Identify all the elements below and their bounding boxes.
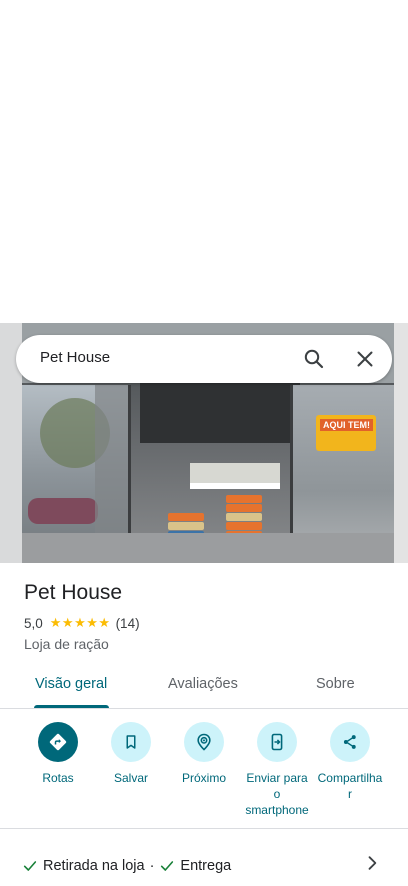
- directions-button[interactable]: Rotas: [18, 722, 98, 786]
- share-label-line-1: Compartilha: [317, 771, 383, 785]
- tab-avaliacoes[interactable]: Avaliações: [168, 676, 238, 692]
- photo-feed-bag: [226, 495, 262, 503]
- service-pickup: Retirada na loja: [43, 858, 145, 874]
- photo-feed-bag: [226, 513, 262, 521]
- photo-car-reflection: [28, 498, 98, 524]
- service-separator: ·: [149, 858, 155, 874]
- rating-row[interactable]: 5,0 ★★★★★ (14): [24, 615, 140, 631]
- send-to-phone-label: Enviar para o smartphone: [237, 770, 317, 818]
- photo-wall-right: [394, 323, 408, 563]
- photo-shelf: [190, 463, 280, 483]
- place-category[interactable]: Loja de ração: [24, 636, 109, 652]
- save-button-circle: [111, 722, 151, 762]
- review-count[interactable]: (14): [116, 616, 140, 631]
- rating-value: 5,0: [24, 615, 43, 631]
- share-icon: [343, 735, 356, 749]
- share-button[interactable]: Compartilha r: [310, 722, 390, 802]
- tab-sobre[interactable]: Sobre: [316, 676, 355, 692]
- directions-label: Rotas: [42, 771, 74, 785]
- services-row[interactable]: Retirada na loja · Entrega: [22, 856, 231, 876]
- share-label: Compartilha r: [310, 770, 390, 802]
- share-button-circle: [330, 722, 370, 762]
- check-icon: [161, 861, 174, 871]
- tab-bar: Visão geral Avaliações Sobre: [0, 668, 408, 709]
- check-icon: [23, 861, 37, 871]
- bookmark-icon: [126, 735, 136, 749]
- nearby-label: Próximo: [181, 771, 226, 785]
- service-delivery: Entrega: [180, 858, 232, 874]
- photo-shelf-edge: [190, 483, 280, 489]
- send-to-phone-label-line-2: o: [273, 787, 281, 801]
- photo-feed-bag: [226, 504, 262, 512]
- search-bar[interactable]: Pet House: [16, 335, 392, 383]
- photo-ceiling: [140, 383, 300, 443]
- nearby-button-circle: [184, 722, 224, 762]
- close-icon[interactable]: [353, 347, 377, 371]
- tab-active-indicator: [34, 705, 109, 708]
- nearby-icon: [197, 733, 211, 751]
- directions-button-circle: [38, 722, 78, 762]
- photo-floor: [22, 533, 394, 563]
- send-to-phone-icon: [271, 733, 283, 751]
- search-input[interactable]: Pet House: [40, 349, 110, 366]
- chevron-right-icon[interactable]: [362, 853, 382, 873]
- nearby-button[interactable]: Próximo: [164, 722, 244, 786]
- photo-aqui-sign: AQUI TEM!: [316, 415, 376, 451]
- share-label-line-2: r: [348, 787, 352, 801]
- send-to-phone-label-line-1: Enviar para: [246, 771, 308, 785]
- rating-stars-icon: ★★★★★: [49, 615, 111, 630]
- search-icon[interactable]: [302, 347, 326, 371]
- photo-feed-bag: [168, 513, 204, 521]
- tab-visao-geral[interactable]: Visão geral: [35, 676, 107, 692]
- send-to-phone-label-line-3: smartphone: [245, 803, 309, 817]
- photo-feed-bag: [226, 522, 262, 530]
- place-title: Pet House: [24, 581, 123, 604]
- send-to-phone-button[interactable]: Enviar para o smartphone: [237, 722, 317, 818]
- directions-icon: [49, 733, 67, 751]
- photo-feed-bag: [168, 522, 204, 530]
- save-label: Salvar: [113, 771, 148, 785]
- section-divider: [0, 828, 408, 829]
- send-to-phone-button-circle: [257, 722, 297, 762]
- save-button[interactable]: Salvar: [91, 722, 171, 786]
- aqui-sign-text: AQUI TEM!: [320, 419, 373, 431]
